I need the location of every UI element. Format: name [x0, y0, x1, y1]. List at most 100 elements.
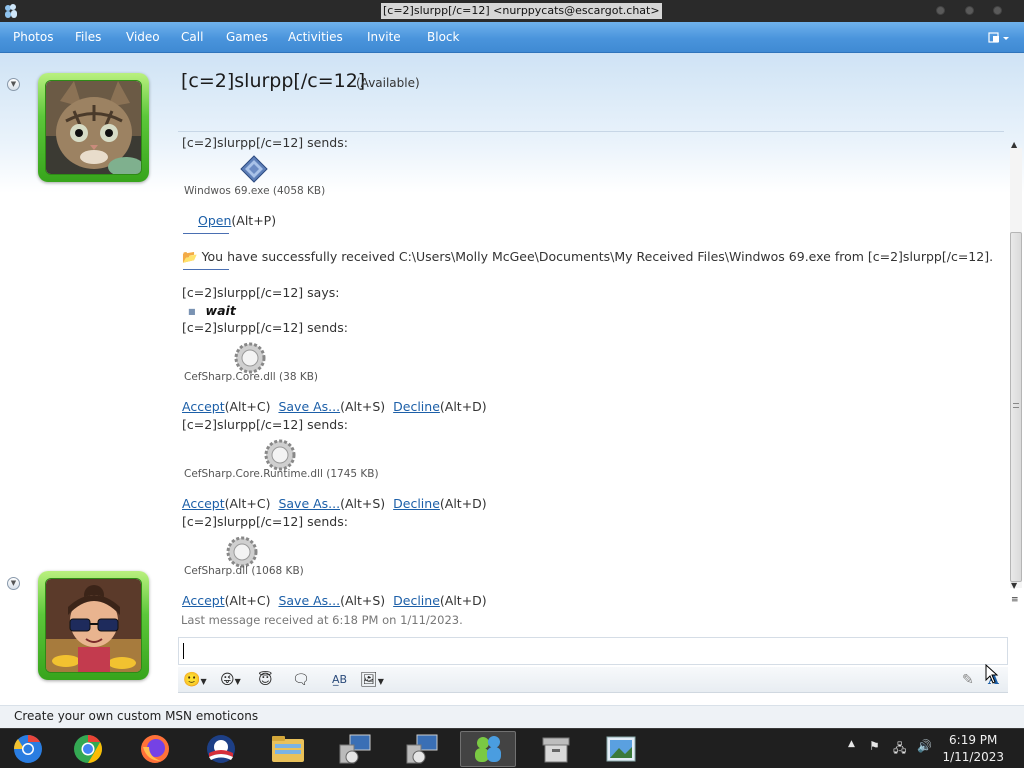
decline-link[interactable]: Decline	[393, 496, 440, 511]
clock-time: 6:19 PM	[949, 733, 998, 747]
exe-file-icon	[240, 155, 268, 183]
archive-icon[interactable]	[528, 731, 584, 767]
kitten-photo-icon	[45, 80, 142, 175]
obama-logo-icon[interactable]	[193, 731, 249, 767]
handwriting-icon[interactable]: ✎	[962, 671, 974, 689]
save-as-hotkey: (Alt+S)	[340, 593, 386, 608]
action-center-flag-icon[interactable]: ⚑	[869, 739, 880, 753]
menu-files[interactable]: Files	[75, 30, 101, 44]
save-as-hotkey: (Alt+S)	[340, 399, 386, 414]
picture-viewer-icon[interactable]	[593, 731, 649, 767]
file-name: Windwos 69.exe (4058 KB)	[184, 185, 326, 197]
network-setup-icon[interactable]	[394, 731, 450, 767]
dll-file-icon	[264, 439, 296, 471]
conversation-scrollbar[interactable]: ▲ ▼ ≡	[1008, 138, 1024, 608]
menu-bar: Photos Files Video Call Games Activities…	[0, 22, 1024, 53]
accept-hotkey: (Alt+C)	[224, 399, 271, 414]
emoticon-promo-link[interactable]: Create your own custom MSN emoticons	[14, 709, 258, 723]
chrome-icon[interactable]	[60, 731, 116, 767]
save-as-link[interactable]: Save As...	[278, 399, 340, 414]
text-caret	[183, 643, 184, 659]
save-as-link[interactable]: Save As...	[278, 593, 340, 608]
firefox-icon[interactable]	[127, 731, 183, 767]
contact-avatar[interactable]	[38, 73, 149, 182]
maximize-button[interactable]	[965, 6, 974, 15]
decline-link[interactable]: Decline	[393, 399, 440, 414]
open-hotkey: (Alt+P)	[231, 213, 277, 228]
cartoon-avatar-icon	[45, 578, 142, 673]
says-header: [c=2]slurpp[/c=12] says:	[182, 285, 340, 300]
menu-games[interactable]: Games	[226, 30, 268, 44]
close-button[interactable]	[993, 6, 1002, 15]
layout-menu-icon[interactable]	[988, 31, 1010, 45]
accept-link[interactable]: Accept	[182, 496, 225, 511]
menu-block[interactable]: Block	[427, 30, 459, 44]
chromium-icon[interactable]	[0, 731, 56, 767]
accept-link[interactable]: Accept	[182, 399, 225, 414]
collapse-own-picture-icon[interactable]: ▼	[7, 577, 20, 590]
menu-photos[interactable]: Photos	[13, 30, 53, 44]
accept-hotkey: (Alt+C)	[224, 593, 271, 608]
last-message-timestamp: Last message received at 6:18 PM on 1/11…	[181, 613, 463, 627]
background-icon[interactable]: 🖼▼	[360, 671, 384, 689]
nudge-icon[interactable]: 🗨	[292, 671, 310, 689]
sends-header: [c=2]slurpp[/c=12] sends:	[182, 320, 348, 335]
wink-icon[interactable]: 😜▼	[220, 671, 241, 689]
sends-header: [c=2]slurpp[/c=12] sends:	[182, 514, 348, 529]
own-avatar[interactable]	[38, 571, 149, 680]
system-clock[interactable]: 6:19 PM 1/11/2023	[942, 732, 1004, 766]
conversation-history: [c=2]slurpp[/c=12] sends: Windwos 69.exe…	[170, 133, 1010, 621]
sends-header: [c=2]slurpp[/c=12] sends:	[182, 135, 348, 150]
network-setup-icon[interactable]	[327, 731, 383, 767]
scroll-thumb[interactable]	[1010, 232, 1022, 582]
received-file-message: You have successfully received C:\Users\…	[201, 249, 994, 264]
status-bar: Create your own custom MSN emoticons	[0, 705, 1024, 728]
dll-file-icon	[234, 342, 266, 374]
message-divider	[183, 233, 229, 234]
input-toolbar: 🙂▼ 😜▼ 😇 🗨 A̲B 🖼▼ ✎ A	[178, 667, 1008, 693]
minimize-button[interactable]	[936, 6, 945, 15]
window-title: [c=2]slurpp[/c=12] <nurppycats@escargot.…	[381, 3, 662, 19]
network-icon[interactable]: 🖧	[893, 739, 906, 760]
save-as-link[interactable]: Save As...	[278, 496, 340, 511]
menu-invite[interactable]: Invite	[367, 30, 401, 44]
file-explorer-icon[interactable]	[260, 731, 316, 767]
title-bar: [c=2]slurpp[/c=12] <nurppycats@escargot.…	[0, 0, 1024, 22]
show-hidden-icons-icon[interactable]: ▲	[848, 739, 855, 749]
scroll-end-icon[interactable]: ≡	[1011, 595, 1019, 605]
msn-buddy-icon	[5, 4, 17, 18]
file-name: CefSharp.Core.Runtime.dll (1745 KB)	[184, 468, 379, 480]
accept-link[interactable]: Accept	[182, 593, 225, 608]
mouse-pointer-icon	[985, 663, 999, 687]
menu-video[interactable]: Video	[126, 30, 160, 44]
header-divider	[178, 131, 1004, 132]
menu-activities[interactable]: Activities	[288, 30, 343, 44]
file-name: CefSharp.Core.dll (38 KB)	[184, 371, 319, 383]
volume-icon[interactable]: 🔊	[917, 739, 932, 753]
voice-clip-icon[interactable]: 😇	[258, 671, 273, 689]
contact-name: [c=2]slurpp[/c=12]	[181, 70, 366, 92]
contact-status: (Available)	[356, 76, 420, 90]
decline-hotkey: (Alt+D)	[439, 399, 487, 414]
collapse-contact-picture-icon[interactable]: ▼	[7, 78, 20, 91]
menu-call[interactable]: Call	[181, 30, 203, 44]
conversation-window: ▼ [c=2]slurpp[/c=12] (Available) [c=2]sl…	[0, 53, 1024, 728]
folder-icon: 📂	[182, 249, 198, 264]
message-input[interactable]	[178, 637, 1008, 665]
decline-hotkey: (Alt+D)	[439, 496, 487, 511]
sends-header: [c=2]slurpp[/c=12] sends:	[182, 417, 348, 432]
dll-file-icon	[226, 536, 258, 568]
decline-link[interactable]: Decline	[393, 593, 440, 608]
font-icon[interactable]: A̲B	[332, 671, 347, 689]
decline-hotkey: (Alt+D)	[439, 593, 487, 608]
scroll-down-icon[interactable]: ▼	[1011, 581, 1017, 590]
open-file-link[interactable]: Open	[198, 213, 231, 228]
taskbar: ▲ ⚑ 🖧 🔊 6:19 PM 1/11/2023	[0, 728, 1024, 768]
file-name: CefSharp.dll (1068 KB)	[184, 565, 304, 577]
emoticon-icon[interactable]: 🙂▼	[183, 671, 207, 689]
accept-hotkey: (Alt+C)	[224, 496, 271, 511]
msn-messenger-icon[interactable]	[460, 731, 516, 767]
bullet-icon: ■	[188, 307, 196, 316]
save-as-hotkey: (Alt+S)	[340, 496, 386, 511]
message-text: wait	[205, 303, 236, 318]
